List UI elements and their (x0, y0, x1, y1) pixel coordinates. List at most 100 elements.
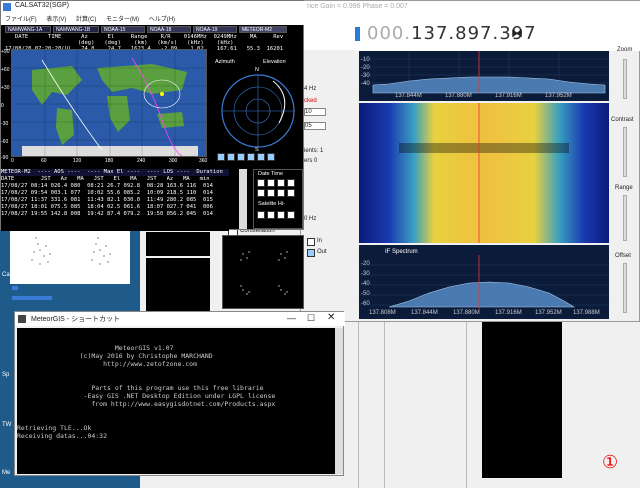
satellite-button[interactable] (257, 211, 265, 219)
pass-table-scrollbar[interactable] (239, 169, 247, 229)
y-tick: -10 (361, 57, 370, 63)
table-row[interactable]: 17/08/27 09:54 003.1 077 10:02 55.6 085.… (1, 190, 229, 197)
meteorgis-window: MeteorGIS - ショートカット — ☐ ✕ MeteorGIS v1.0… (14, 311, 345, 476)
time-button[interactable] (267, 179, 275, 187)
menu-file[interactable]: ファイル(F) (5, 17, 37, 23)
tab-satellite[interactable]: NOAA-19 (193, 26, 237, 33)
y-tick: -20 (361, 261, 370, 267)
y-tick: 0 (1, 103, 4, 109)
contrast-slider[interactable] (623, 127, 627, 177)
menu-calc[interactable]: 計算(C) (76, 17, 96, 23)
zoom-label: Zoom (617, 47, 633, 53)
time-button[interactable] (287, 179, 295, 187)
y-tick: -20 (361, 65, 370, 71)
polar-buttons (217, 153, 275, 161)
view-button[interactable] (267, 153, 275, 161)
x-tick: 360 (199, 158, 208, 164)
divider (358, 322, 359, 488)
tab-satellite[interactable]: NAMWANG-1A (5, 26, 51, 33)
satellite-button[interactable] (287, 211, 295, 219)
tab-satellite[interactable]: NOAA-18 (147, 26, 191, 33)
if-spectrum-title: IF Spectrum (385, 249, 418, 255)
console-icon (18, 315, 26, 323)
spectrum-panel: -10 -20 -30 -40 137.844M 137.880M 137.91… (359, 51, 609, 101)
view-button[interactable] (257, 153, 265, 161)
y-tick: +90 (1, 49, 10, 55)
desktop-icon-label[interactable]: Me (2, 470, 10, 476)
range-slider[interactable] (623, 195, 627, 241)
view-button[interactable] (217, 153, 225, 161)
view-button[interactable] (237, 153, 245, 161)
console-line: Retrieving TLE...Ok (17, 424, 92, 432)
x-tick: 0 (11, 158, 14, 164)
x-tick: 137.916M (495, 310, 522, 316)
constellation-plot (240, 251, 288, 295)
offset-slider[interactable] (623, 263, 627, 313)
pass-table: METEOR-M2 ---- AOS ---- ---- Max El ----… (1, 169, 229, 231)
if-spectrum-trace (388, 281, 576, 308)
y-tick: +30 (1, 85, 10, 91)
close-icon[interactable]: ✕ (327, 312, 335, 323)
minimize-icon[interactable]: — (287, 313, 296, 323)
status-clients: ients: 1 (304, 148, 324, 154)
in-checkbox[interactable] (307, 238, 315, 246)
contrast-label: Contrast (611, 117, 634, 123)
thumbnail-dark (146, 258, 210, 318)
time-button[interactable] (267, 189, 275, 197)
elevation-label: Elevation (263, 59, 286, 65)
calsat-menu-bar: ファイル(F) 表示(V) 計算(C) モニター(M) ヘルプ(H) (1, 13, 305, 25)
snap-icon[interactable]: ⧓ (511, 26, 523, 40)
out-checkbox[interactable] (307, 249, 315, 257)
x-tick: 137.808M (369, 310, 396, 316)
view-button[interactable] (227, 153, 235, 161)
y-tick: -40 (361, 281, 370, 287)
x-tick: 240 (137, 158, 146, 164)
time-button[interactable] (277, 179, 285, 187)
tab-satellite[interactable]: NOAA-15 (101, 26, 145, 33)
zoom-slider[interactable] (623, 59, 627, 99)
date-time-label: Date Time (258, 171, 284, 177)
menu-monitor[interactable]: モニター(M) (106, 17, 139, 23)
frequency-bar: 000.137.897.397 ⧓ (301, 15, 640, 51)
menu-view[interactable]: 表示(V) (46, 17, 66, 23)
view-button[interactable] (247, 153, 255, 161)
value-input[interactable]: 10 (304, 108, 326, 116)
calsat-title-bar: CALSAT32(SGP) (1, 1, 305, 13)
time-button[interactable] (257, 179, 265, 187)
satellite-button[interactable] (277, 211, 285, 219)
spectrum-trace (372, 76, 606, 94)
y-tick: -30 (1, 121, 9, 127)
table-row[interactable]: 17/08/27 18:01 075.5 085 18:04 02.5 061.… (1, 204, 229, 211)
waterfall-display[interactable] (359, 103, 609, 243)
if-spectrum-panel: IF Spectrum -20 -30 -40 -50 -60 137.808M… (359, 245, 609, 319)
offset-label: Offset (615, 253, 631, 259)
tab-satellite[interactable]: METEOR-M2 (239, 26, 287, 33)
menu-help[interactable]: ヘルプ(H) (149, 17, 175, 23)
maximize-icon[interactable]: ☐ (307, 313, 315, 324)
azimuth-label: Azimuth (215, 59, 235, 65)
polar-plot: N S (213, 67, 303, 163)
time-button[interactable] (277, 189, 285, 197)
value-input[interactable]: 05 (304, 122, 326, 130)
table-row[interactable]: 17/08/27 19:55 142.8 008 19:42 87.4 079.… (1, 211, 229, 218)
tab-satellite[interactable]: NAMWANG-1B (53, 26, 99, 33)
x-tick: 137.952M (535, 310, 562, 316)
satellite-button[interactable] (267, 211, 275, 219)
y-tick: -90 (1, 155, 9, 161)
desktop-icon-label[interactable]: TW (2, 422, 11, 428)
y-tick: -60 (361, 301, 370, 307)
world-map[interactable] (11, 49, 207, 157)
y-tick: -50 (361, 291, 370, 297)
time-button[interactable] (287, 189, 295, 197)
table-row[interactable]: 17/08/27 08:14 026.4 080 08:21 26.7 092.… (1, 183, 229, 190)
satellite-position (160, 92, 164, 96)
table-row[interactable]: 17/08/27 11:37 331.6 081 11:43 82.1 030.… (1, 197, 229, 204)
time-button[interactable] (257, 189, 265, 197)
console-scrollbar[interactable] (335, 328, 343, 474)
status-locked: cked (304, 98, 317, 104)
desktop-icon-label[interactable]: Sp (2, 372, 9, 378)
console-output: MeteorGIS v1.07 (c)May 2016 by Christoph… (17, 328, 335, 474)
